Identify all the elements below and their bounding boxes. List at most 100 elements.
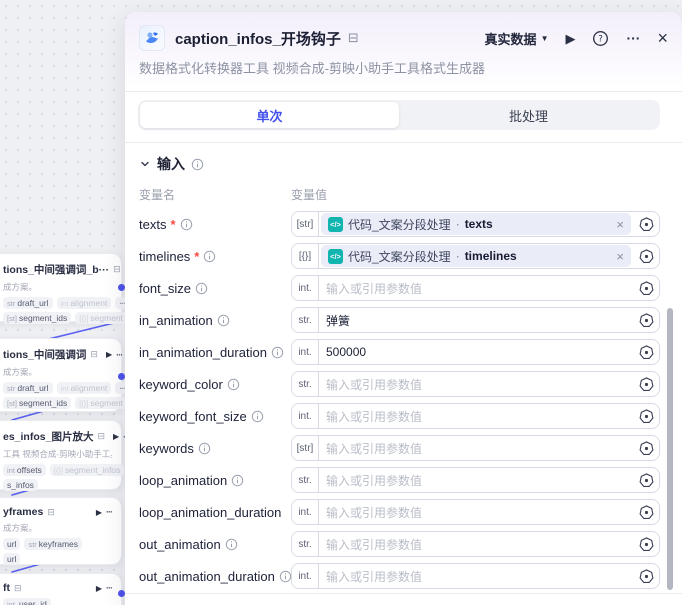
workflow-canvas: tions_中间强调词_b··· ⊟ ▶ ··· 成方案。 strdraft_u…: [0, 0, 682, 605]
param-chip[interactable]: s_infos: [3, 479, 38, 491]
workflow-node[interactable]: tions_中间强调词 ⊟ ▶ ··· 成方案。 strdraft_urlint…: [0, 338, 122, 412]
help-icon[interactable]: ?: [592, 30, 609, 47]
param-input[interactable]: 输入或引用参数值: [319, 372, 633, 396]
node-output-port[interactable]: [118, 284, 125, 291]
param-input[interactable]: 输入或引用参数值: [319, 436, 633, 460]
reference-selector-icon[interactable]: [633, 441, 659, 456]
panel-subtitle: 数据格式化转换器工具 视频合成-剪映小助手工具格式生成器: [139, 58, 668, 77]
param-name: keyword_color: [139, 377, 223, 392]
param-chip[interactable]: [{}]segment_infos: [50, 464, 124, 476]
reference-selector-icon[interactable]: [633, 249, 659, 264]
param-input[interactable]: 输入或引用参数值: [319, 468, 633, 492]
node-run-icon[interactable]: ▶: [113, 432, 119, 441]
workflow-node[interactable]: yframes ⊟ ▶ ··· 成方案。 urlstrkeyframesurl: [0, 497, 122, 565]
chip-type: int.: [7, 600, 17, 605]
reference-selector-icon[interactable]: [633, 473, 659, 488]
scrollbar-thumb[interactable]: [667, 308, 673, 590]
param-chip[interactable]: intalignment: [57, 297, 112, 309]
node-more-icon[interactable]: ···: [106, 507, 112, 517]
workflow-node[interactable]: es_infos_图片放大 ⊟ ▶ ··· 工具 视频合成-剪映小助手工具格式生…: [0, 420, 122, 490]
param-input[interactable]: 弹簧: [319, 308, 633, 332]
param-input[interactable]: 输入或引用参数值: [319, 500, 633, 524]
param-value-field[interactable]: int.输入或引用参数值: [291, 275, 660, 301]
param-input[interactable]: 500000: [319, 340, 633, 364]
param-value-field[interactable]: int.输入或引用参数值: [291, 499, 660, 525]
node-run-icon[interactable]: ▶: [106, 350, 112, 359]
param-chip[interactable]: intoffsets: [3, 464, 46, 476]
note-icon[interactable]: ⊟: [348, 30, 359, 46]
param-name: out_animation: [139, 537, 221, 552]
type-badge: str.: [292, 532, 319, 556]
param-label: out_animation: [139, 537, 291, 552]
param-value-field[interactable]: str.弹簧: [291, 307, 660, 333]
run-mode-tabs: 单次 批处理: [138, 100, 660, 130]
reference-selector-icon[interactable]: [633, 409, 659, 424]
param-row: out_animation str.输入或引用参数值: [139, 528, 660, 560]
reference-selector-icon[interactable]: [633, 313, 659, 328]
param-value-field[interactable]: [str]</>代码_文案分段处理·texts×: [291, 211, 660, 237]
node-more-icon[interactable]: ···: [116, 350, 122, 360]
param-chip[interactable]: url: [3, 553, 20, 565]
param-input[interactable]: 输入或引用参数值: [319, 404, 633, 428]
param-chip[interactable]: [st]segment_ids: [3, 312, 71, 324]
param-chip[interactable]: [st]segment_ids: [3, 397, 71, 409]
param-value-field[interactable]: int.输入或引用参数值: [291, 403, 660, 429]
reference-selector-icon[interactable]: [633, 281, 659, 296]
param-chip[interactable]: url: [3, 538, 20, 550]
reference-selector-icon[interactable]: [633, 345, 659, 360]
tab-batch[interactable]: 批处理: [399, 102, 658, 128]
chip-label: segment_ids: [19, 313, 67, 323]
param-chip[interactable]: strdraft_url: [3, 297, 53, 309]
node-run-icon[interactable]: ▶: [96, 584, 102, 593]
section-title: 输入: [157, 154, 185, 174]
param-input[interactable]: 输入或引用参数值: [319, 564, 633, 588]
run-button[interactable]: ▶: [565, 32, 575, 45]
reference-selector-icon[interactable]: [633, 505, 659, 520]
info-icon: [227, 378, 240, 391]
input-section-header[interactable]: 输入: [139, 155, 668, 173]
workflow-node[interactable]: tions_中间强调词_b··· ⊟ ▶ ··· 成方案。 strdraft_u…: [0, 253, 122, 322]
node-title: tions_中间强调词: [3, 347, 86, 362]
param-value-field[interactable]: [str]输入或引用参数值: [291, 435, 660, 461]
param-value-field[interactable]: [{}]</>代码_文案分段处理·timelines×: [291, 243, 660, 269]
param-label: timelines*: [139, 249, 291, 264]
chip-label: segment: [90, 313, 123, 323]
param-chip[interactable]: strdraft_url: [3, 382, 53, 394]
param-input[interactable]: 输入或引用参数值: [319, 532, 633, 556]
data-mode-dropdown[interactable]: 真实数据 ▼: [485, 29, 549, 48]
type-badge: str.: [292, 372, 319, 396]
param-chip[interactable]: int.user_id: [3, 598, 51, 605]
param-name: keyword_font_size: [139, 409, 247, 424]
param-chip[interactable]: intalignment: [57, 382, 112, 394]
workflow-node[interactable]: ft ⊟ ▶ ··· int.user_id: [0, 573, 122, 605]
param-value-field[interactable]: int.500000: [291, 339, 660, 365]
node-output-port[interactable]: [118, 373, 125, 380]
param-name: in_animation_duration: [139, 345, 267, 360]
param-label: loop_animation_duration: [139, 505, 291, 520]
reference-selector-icon[interactable]: [633, 537, 659, 552]
param-input[interactable]: 输入或引用参数值: [319, 276, 633, 300]
param-row: texts*[str]</>代码_文案分段处理·texts×: [139, 208, 660, 240]
reference-selector-icon[interactable]: [633, 569, 659, 584]
param-value-field[interactable]: str.输入或引用参数值: [291, 371, 660, 397]
required-asterisk: *: [170, 217, 175, 232]
clear-reference-icon[interactable]: ×: [610, 250, 624, 263]
param-chip[interactable]: [{}]segment: [75, 397, 127, 409]
param-value-field[interactable]: str.输入或引用参数值: [291, 467, 660, 493]
close-button[interactable]: ×: [657, 29, 668, 47]
param-name: keywords: [139, 441, 194, 456]
node-more-icon[interactable]: ···: [106, 583, 112, 593]
param-label: keywords: [139, 441, 291, 456]
param-chip[interactable]: [{}]segment: [75, 312, 127, 324]
param-value-field[interactable]: str.输入或引用参数值: [291, 531, 660, 557]
reference-selector-icon[interactable]: [633, 377, 659, 392]
reference-selector-icon[interactable]: [633, 217, 659, 232]
more-menu-button[interactable]: ···: [626, 31, 640, 45]
node-run-icon[interactable]: ▶: [96, 508, 102, 517]
param-value-field[interactable]: int.输入或引用参数值: [291, 563, 660, 589]
tab-single-run[interactable]: 单次: [140, 102, 399, 128]
clear-reference-icon[interactable]: ×: [610, 218, 624, 231]
node-output-port[interactable]: [118, 590, 125, 597]
param-name: in_animation: [139, 313, 213, 328]
param-chip[interactable]: strkeyframes: [24, 538, 82, 550]
